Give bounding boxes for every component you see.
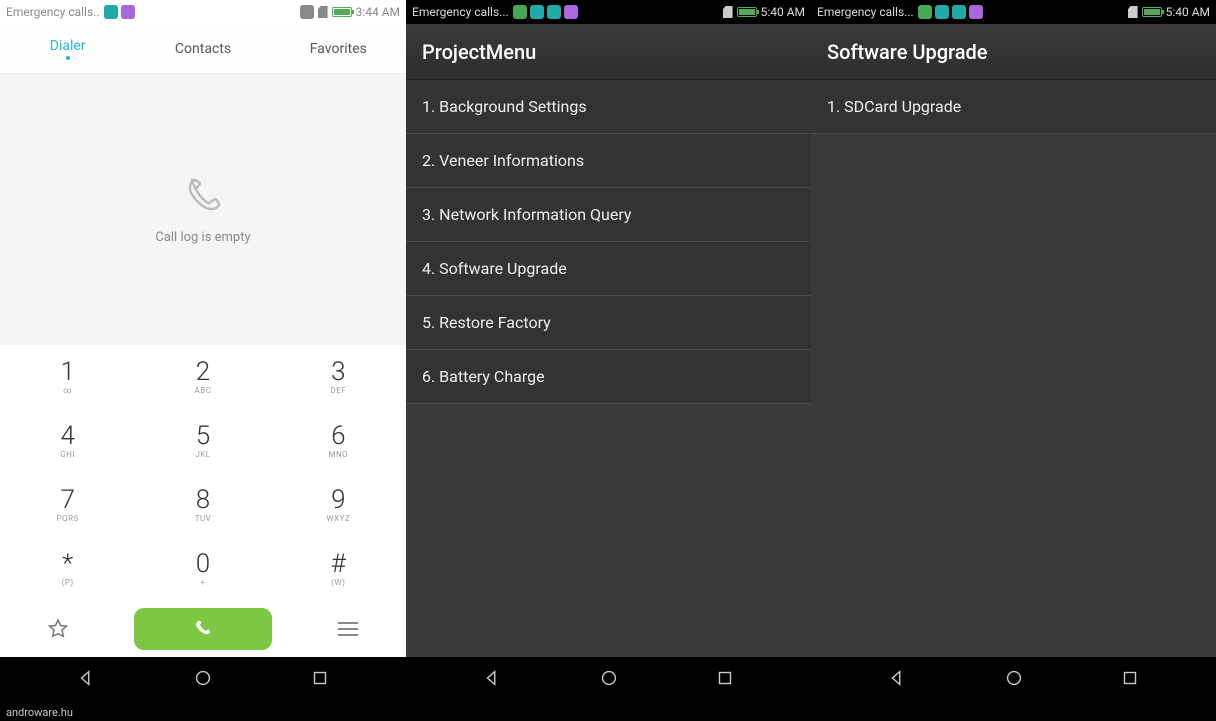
menu-list: 1. SDCard Upgrade xyxy=(811,80,1216,134)
status-bar: Emergency calls... 5:40 AM xyxy=(406,0,811,24)
notif-icon xyxy=(918,5,932,19)
status-bar: Emergency calls... 5:40 AM xyxy=(811,0,1216,24)
carrier-text: Emergency calls... xyxy=(817,5,914,19)
tab-label: Contacts xyxy=(175,41,231,57)
menu-button[interactable] xyxy=(308,622,388,636)
dialer-bottombar xyxy=(0,601,406,657)
tab-dialer[interactable]: Dialer xyxy=(0,24,135,73)
key-2[interactable]: 2ABC xyxy=(135,345,270,409)
list-item[interactable]: 1. Background Settings xyxy=(406,80,811,134)
list-item[interactable]: 6. Battery Charge xyxy=(406,350,811,404)
carrier-text: Emergency calls... xyxy=(412,5,509,19)
recent-icon xyxy=(1119,667,1141,689)
key-8[interactable]: 8TUV xyxy=(135,473,270,537)
dial-pad: 1∞ 2ABC 3DEF 4GHI 5JKL 6MNO 7PQRS 8TUV 9… xyxy=(0,345,406,601)
back-icon xyxy=(886,667,908,689)
phone-icon xyxy=(192,618,214,640)
list-item[interactable]: 4. Software Upgrade xyxy=(406,242,811,296)
sim-icon xyxy=(318,6,328,18)
clock-text: 5:40 AM xyxy=(761,5,805,19)
tab-indicator-icon xyxy=(66,56,70,60)
key-9[interactable]: 9WXYZ xyxy=(271,473,406,537)
notif-icon xyxy=(564,5,578,19)
key-7[interactable]: 7PQRS xyxy=(0,473,135,537)
list-item[interactable]: 5. Restore Factory xyxy=(406,296,811,350)
screen-dialer: Emergency calls.. 3:44 AM Dialer Contact… xyxy=(0,0,406,703)
nav-home-button[interactable] xyxy=(172,661,234,699)
clock-text: 5:40 AM xyxy=(1166,5,1210,19)
notif-icon xyxy=(530,5,544,19)
tab-label: Favorites xyxy=(310,41,367,57)
page-title: Software Upgrade xyxy=(811,24,1216,80)
battery-icon xyxy=(1142,7,1162,17)
carrier-text: Emergency calls.. xyxy=(6,5,100,19)
list-item[interactable]: 3. Network Information Query xyxy=(406,188,811,242)
notif-icon xyxy=(104,5,118,19)
battery-icon xyxy=(332,7,352,17)
key-6[interactable]: 6MNO xyxy=(271,409,406,473)
key-0[interactable]: 0+ xyxy=(135,537,270,601)
key-4[interactable]: 4GHI xyxy=(0,409,135,473)
key-star[interactable]: *(P) xyxy=(0,537,135,601)
notif-icon xyxy=(547,5,561,19)
call-button[interactable] xyxy=(134,608,272,650)
nav-recent-button[interactable] xyxy=(1099,661,1161,699)
nav-recent-button[interactable] xyxy=(694,661,756,699)
key-5[interactable]: 5JKL xyxy=(135,409,270,473)
call-log-empty-text: Call log is empty xyxy=(155,230,250,245)
menu-icon xyxy=(338,622,358,636)
key-3[interactable]: 3DEF xyxy=(271,345,406,409)
nav-bar xyxy=(406,657,811,703)
home-icon xyxy=(192,667,214,689)
screen-projectmenu: Emergency calls... 5:40 AM ProjectMenu 1… xyxy=(406,0,811,703)
key-1[interactable]: 1∞ xyxy=(0,345,135,409)
tab-label: Dialer xyxy=(50,38,86,54)
home-icon xyxy=(1003,667,1025,689)
recent-icon xyxy=(309,667,331,689)
recent-icon xyxy=(714,667,736,689)
tab-bar: Dialer Contacts Favorites xyxy=(0,24,406,74)
favorites-button[interactable] xyxy=(18,617,98,641)
list-item[interactable]: 2. Veneer Informations xyxy=(406,134,811,188)
battery-icon xyxy=(737,7,757,17)
nav-home-button[interactable] xyxy=(578,661,640,699)
nav-back-button[interactable] xyxy=(55,661,117,699)
star-icon xyxy=(46,617,70,641)
notif-icon xyxy=(121,5,135,19)
home-icon xyxy=(598,667,620,689)
tab-contacts[interactable]: Contacts xyxy=(135,24,270,73)
key-hash[interactable]: #(W) xyxy=(271,537,406,601)
list-item[interactable]: 1. SDCard Upgrade xyxy=(811,80,1216,134)
status-bar: Emergency calls.. 3:44 AM xyxy=(0,0,406,24)
clock-text: 3:44 AM xyxy=(356,5,400,19)
nav-home-button[interactable] xyxy=(983,661,1045,699)
nav-recent-button[interactable] xyxy=(289,661,351,699)
back-icon xyxy=(481,667,503,689)
nav-bar xyxy=(0,657,406,703)
call-log-empty: Call log is empty xyxy=(0,74,406,345)
notif-icon xyxy=(952,5,966,19)
phone-icon xyxy=(181,174,225,218)
page-title: ProjectMenu xyxy=(406,24,811,80)
screen-software-upgrade: Emergency calls... 5:40 AM Software Upgr… xyxy=(811,0,1216,703)
notif-icon xyxy=(969,5,983,19)
tab-favorites[interactable]: Favorites xyxy=(271,24,406,73)
back-icon xyxy=(75,667,97,689)
nav-back-button[interactable] xyxy=(461,661,523,699)
signal-icon xyxy=(300,5,314,19)
nav-back-button[interactable] xyxy=(866,661,928,699)
menu-list: 1. Background Settings 2. Veneer Informa… xyxy=(406,80,811,404)
nav-bar xyxy=(811,657,1216,703)
notif-icon xyxy=(935,5,949,19)
sim-icon xyxy=(1128,6,1138,18)
notif-icon xyxy=(513,5,527,19)
footer-watermark: androware.hu xyxy=(0,703,1216,721)
sim-icon xyxy=(723,6,733,18)
